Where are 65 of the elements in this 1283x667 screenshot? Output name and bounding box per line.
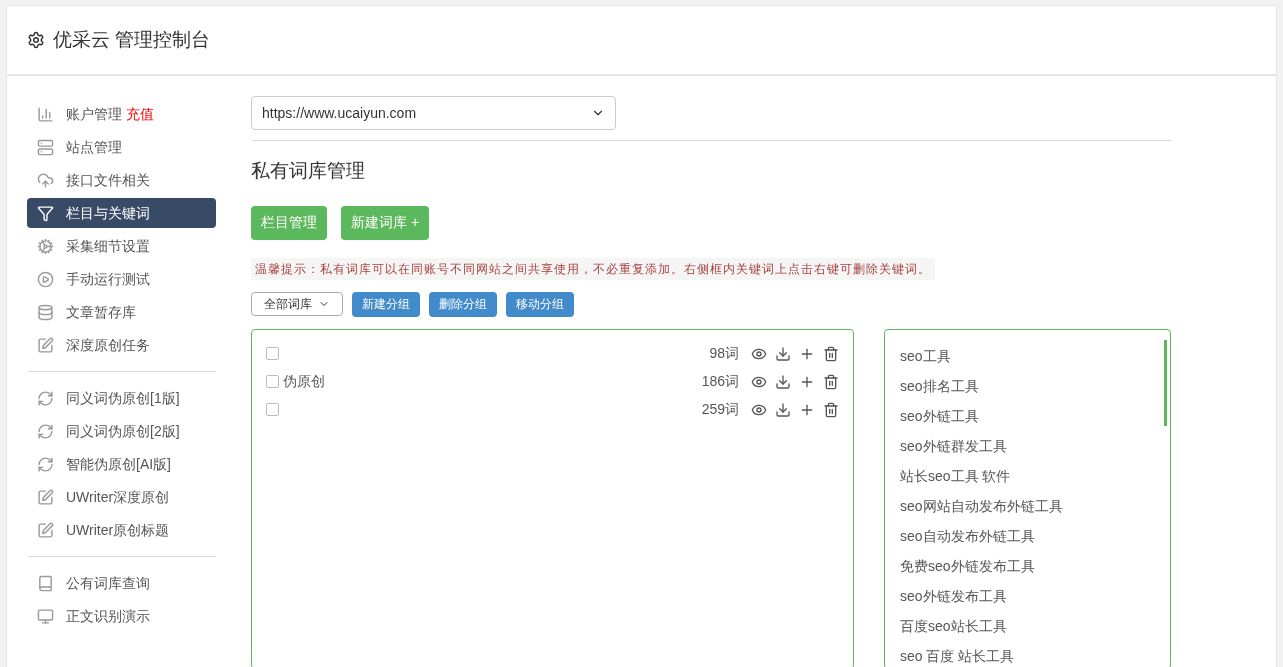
sidebar-item[interactable]: 文章暂存库 — [27, 297, 216, 327]
sidebar-item[interactable]: 正文识别演示 — [27, 601, 216, 631]
filter-icon — [37, 204, 54, 222]
group-button[interactable]: 新建分组 — [352, 291, 420, 317]
keyword-item[interactable]: 站长seo工具 软件 — [900, 461, 1155, 492]
group-select[interactable]: 全部词库 — [251, 292, 343, 316]
recharge-link[interactable]: 充值 — [126, 103, 154, 125]
keyword-item[interactable]: seo排名工具 — [900, 371, 1155, 402]
word-count: 98词 — [709, 344, 739, 363]
sidebar-item[interactable]: 手动运行测试 — [27, 264, 216, 294]
keyword-item[interactable]: seo外链工具 — [900, 401, 1155, 432]
bar-chart-icon — [37, 105, 54, 123]
trash-icon[interactable] — [823, 345, 839, 362]
keyword-item[interactable]: seo外链发布工具 — [900, 581, 1155, 612]
server-icon — [37, 138, 54, 156]
settings-icon[interactable] — [27, 31, 45, 49]
refresh-icon — [37, 422, 54, 440]
sidebar-item[interactable]: 接口文件相关 — [27, 165, 216, 195]
sidebar-item[interactable]: UWriter深度原创 — [27, 482, 216, 512]
sidebar-item[interactable]: 采集细节设置 — [27, 231, 216, 261]
sidebar-item[interactable]: 深度原创任务 — [27, 330, 216, 360]
checkbox[interactable] — [266, 375, 279, 388]
keyword-item[interactable]: seo外链群发工具 — [900, 431, 1155, 462]
edit-icon — [37, 521, 54, 539]
monitor-icon — [37, 607, 54, 625]
scrollbar[interactable] — [1164, 339, 1167, 426]
sidebar-item[interactable]: 同义词伪原创[1版] — [27, 383, 216, 413]
keyword-item[interactable]: 免费seo外链发布工具 — [900, 551, 1155, 582]
edit-icon — [37, 488, 54, 506]
refresh-icon — [37, 455, 54, 473]
word-count: 259词 — [701, 400, 739, 419]
refresh-icon — [37, 389, 54, 407]
library-name: 伪原创 — [283, 372, 325, 391]
cloud-upload-icon — [37, 171, 54, 189]
keyword-item[interactable]: seo自动发布外链工具 — [900, 521, 1155, 552]
tip-text: 温馨提示：私有词库可以在同账号不同网站之间共享使用，不必重复添加。右侧框内关键词上点击右键可删除关键词。 — [251, 257, 935, 280]
download-icon[interactable] — [775, 401, 791, 418]
sidebar-item[interactable]: 站点管理 — [27, 132, 216, 162]
word-count: 186词 — [701, 372, 739, 391]
checkbox[interactable] — [266, 403, 279, 416]
trash-icon[interactable] — [823, 401, 839, 418]
keyword-item[interactable]: seo工具 — [900, 341, 1155, 372]
sidebar-item[interactable]: UWriter原创标题 — [27, 515, 216, 545]
keyword-item[interactable]: seo 百度 站长工具 — [900, 641, 1155, 667]
download-icon[interactable] — [775, 373, 791, 390]
app-title: 优采云 管理控制台 — [53, 27, 211, 52]
sidebar-item[interactable]: 公有词库查询 — [27, 568, 216, 598]
checkbox[interactable] — [266, 347, 279, 360]
database-icon — [37, 303, 54, 321]
section-title: 私有词库管理 — [251, 159, 366, 183]
group-button[interactable]: 移动分组 — [506, 291, 574, 317]
edit-icon — [37, 336, 54, 354]
sidebar-item[interactable]: 智能伪原创[AI版] — [27, 449, 216, 479]
book-icon — [37, 574, 54, 592]
sidebar-item[interactable]: 同义词伪原创[2版] — [27, 416, 216, 446]
download-icon[interactable] — [775, 345, 791, 362]
keyword-item[interactable]: 百度seo站长工具 — [900, 611, 1155, 642]
gears-icon — [37, 237, 54, 255]
keyword-item[interactable]: seo网站自动发布外链工具 — [900, 491, 1155, 522]
trash-icon[interactable] — [823, 373, 839, 390]
site-select[interactable]: https://www.ucaiyun.com — [251, 96, 616, 130]
sidebar-item[interactable]: 栏目与关键词 — [27, 198, 216, 228]
sidebar-item[interactable]: 账户管理 充值 — [27, 99, 216, 129]
play-icon — [37, 270, 54, 288]
group-button[interactable]: 删除分组 — [429, 291, 497, 317]
